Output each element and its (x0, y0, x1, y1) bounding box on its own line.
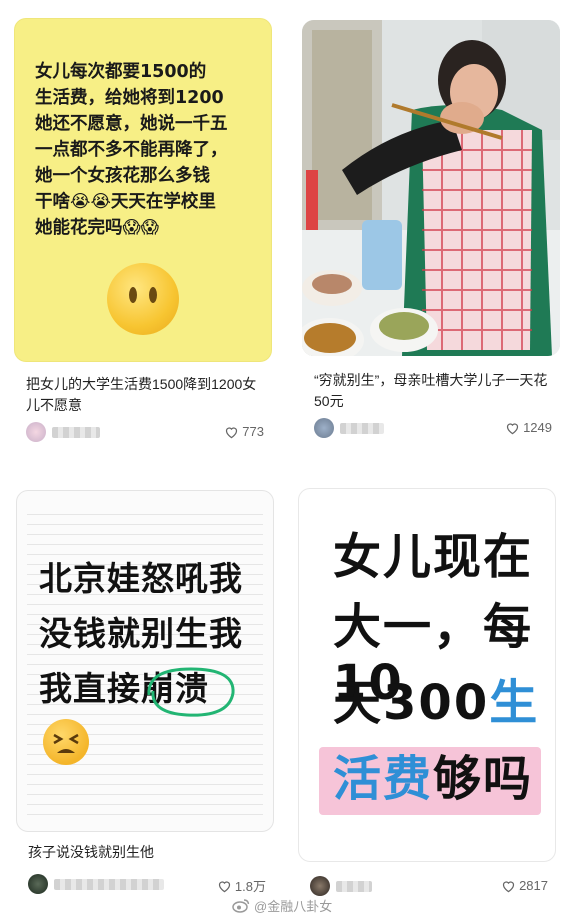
avatar[interactable] (310, 876, 330, 896)
author-name-blurred[interactable] (54, 879, 164, 890)
neutral-face-emoji-icon (107, 263, 179, 335)
like-count: 1.8万 (234, 879, 266, 894)
heart-icon (506, 422, 519, 434)
heart-icon (226, 426, 238, 438)
avatar[interactable] (314, 418, 334, 438)
watermark-text: @金融八卦女 (254, 899, 333, 914)
post-meta: 2817 (310, 876, 548, 898)
heart-icon (218, 880, 231, 892)
author-name-blurred[interactable] (52, 427, 100, 438)
post-caption[interactable]: “穷就别生”，母亲吐槽大学儿子一天花50元 (314, 370, 556, 412)
like-button[interactable]: 773 (224, 424, 264, 439)
like-count: 773 (242, 424, 264, 439)
post-image-4[interactable]: 女儿现在 大一，每10 天300生 活费够吗 (298, 488, 556, 862)
author-name-blurred[interactable] (336, 881, 372, 892)
post-meta: 1.8万 (28, 874, 266, 896)
like-count: 1249 (523, 420, 552, 435)
tired-face-emoji-icon (43, 719, 89, 765)
post-image-2[interactable] (302, 20, 560, 356)
post-caption[interactable]: 孩子说没钱就别生他 (28, 842, 270, 863)
avatar[interactable] (26, 422, 46, 442)
author-name-blurred[interactable] (340, 423, 384, 434)
watermark: @金融八卦女 (232, 896, 332, 915)
green-circle-highlight (147, 667, 235, 717)
post-caption[interactable]: 把女儿的大学生活费1500降到1200女儿不愿意 (26, 374, 268, 416)
post-meta: 1249 (314, 418, 552, 440)
post-meta: 773 (26, 422, 264, 444)
like-button[interactable]: 1249 (505, 420, 552, 435)
image-text: 女儿每次都要1500的 生活费，给她将到1200 她还不愿意，她说一千五 一点都… (35, 62, 228, 238)
like-count: 2817 (519, 878, 548, 893)
avatar[interactable] (28, 874, 48, 894)
post-image-3[interactable]: 北京娃怒吼我 没钱就别生我 我直接崩溃 (16, 490, 274, 832)
post-image-1[interactable]: 女儿每次都要1500的 生活费，给她将到1200 她还不愿意，她说一千五 一点都… (14, 18, 272, 362)
like-button[interactable]: 2817 (501, 878, 548, 893)
weibo-logo-icon (232, 898, 250, 913)
mother-eating-photo (302, 20, 560, 356)
like-button[interactable]: 1.8万 (217, 876, 266, 895)
heart-icon (502, 880, 515, 892)
